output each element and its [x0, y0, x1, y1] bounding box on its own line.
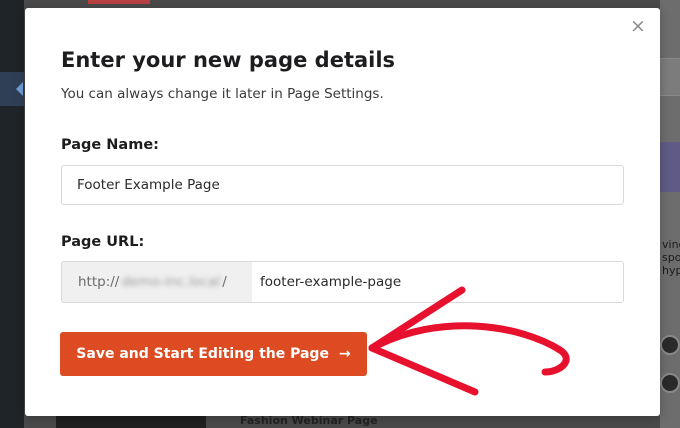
page-url-field: http:// demo-inc.local / [61, 261, 624, 303]
url-prefix-domain: demo-inc.local [121, 274, 221, 290]
close-icon[interactable]: × [628, 15, 648, 37]
save-and-edit-button[interactable]: Save and Start Editing the Page → [60, 332, 367, 376]
background-right-avatars [660, 335, 680, 411]
new-page-modal: × Enter your new page details You can al… [25, 8, 660, 416]
page-url-label: Page URL: [61, 234, 145, 250]
left-arrow-icon [16, 82, 23, 96]
modal-title: Enter your new page details [61, 48, 396, 72]
page-name-label: Page Name: [61, 137, 159, 153]
save-button-label: Save and Start Editing the Page [76, 346, 329, 362]
background-top-accent [88, 0, 150, 4]
page-url-slug-input[interactable] [252, 262, 623, 302]
background-right-text: ving spond hyp [662, 238, 680, 277]
background-sidebar [0, 0, 24, 428]
background-right-banner [660, 142, 680, 192]
modal-subtitle: You can always change it later in Page S… [61, 86, 384, 102]
page-name-input[interactable] [61, 165, 624, 205]
url-prefix-scheme: http:// [78, 274, 120, 290]
url-prefix: http:// demo-inc.local / [62, 262, 252, 302]
url-prefix-slash: / [222, 274, 227, 290]
arrow-right-icon: → [338, 346, 351, 362]
